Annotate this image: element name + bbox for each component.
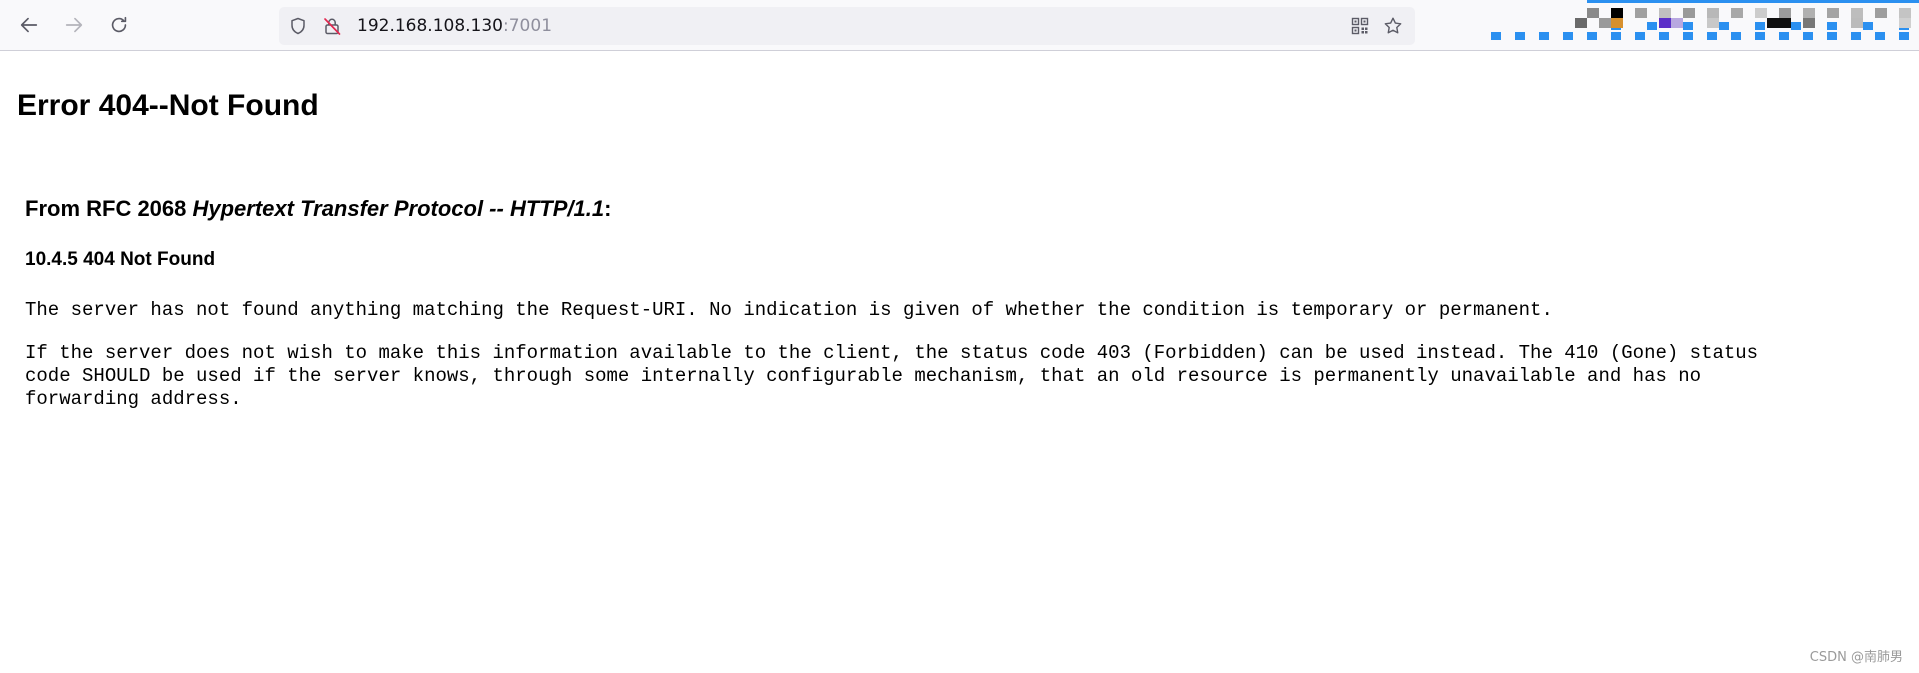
mosaic-tile	[1599, 18, 1611, 28]
mosaic-tile	[1659, 18, 1671, 28]
mosaic-tile	[1755, 32, 1765, 40]
mosaic-tile	[1755, 8, 1767, 18]
mosaic-tile	[1563, 32, 1573, 40]
mosaic-tile	[1863, 22, 1873, 30]
shield-icon	[291, 17, 305, 35]
address-bar[interactable]: 192.168.108.130:7001	[279, 7, 1415, 45]
mosaic-tile	[1803, 8, 1815, 18]
mosaic-tile	[1683, 22, 1693, 30]
mosaic-tile	[1515, 32, 1525, 40]
mosaic-tile	[1731, 32, 1741, 40]
mosaic-tile	[1719, 22, 1729, 30]
mosaic-tile	[1587, 0, 1919, 3]
mosaic-tile	[1899, 32, 1909, 40]
url-host: 192.168.108.130	[357, 16, 504, 36]
rfc-prefix: From RFC 2068	[25, 196, 193, 221]
mosaic-tile	[1851, 18, 1863, 28]
paragraph-not-found: The server has not found anything matchi…	[25, 299, 1553, 321]
back-button[interactable]	[12, 8, 46, 42]
back-arrow-icon	[20, 17, 38, 33]
insecure-lock-icon	[324, 18, 341, 35]
star-icon	[1384, 17, 1402, 34]
mosaic-tile	[1767, 18, 1779, 28]
bookmark-button[interactable]	[1383, 16, 1403, 36]
mosaic-tile	[1827, 8, 1839, 18]
mosaic-tile	[1875, 32, 1885, 40]
mosaic-tile	[1827, 32, 1837, 40]
mosaic-tile	[1707, 8, 1719, 18]
mosaic-tile	[1875, 8, 1887, 18]
mosaic-tile	[1827, 22, 1837, 30]
qr-code-button[interactable]	[1350, 16, 1370, 36]
mosaic-tile	[1587, 32, 1597, 40]
mosaic-tile	[1575, 18, 1587, 28]
section-heading: 10.4.5 404 Not Found	[25, 249, 216, 270]
qr-code-icon	[1351, 17, 1369, 35]
mosaic-tile	[1899, 18, 1911, 28]
mosaic-tile	[1491, 32, 1501, 40]
mosaic-tile	[1611, 18, 1623, 28]
mosaic-tile	[1791, 22, 1801, 30]
url-port: :7001	[503, 16, 553, 36]
mosaic-tile	[1659, 32, 1669, 40]
browser-toolbar: 192.168.108.130:7001	[0, 0, 1919, 51]
rfc-title: Hypertext Transfer Protocol -- HTTP/1.1	[192, 196, 605, 221]
mosaic-pattern	[1491, 0, 1919, 40]
csdn-watermark: CSDN @南肺男	[1809, 650, 1903, 665]
forward-arrow-icon	[65, 17, 83, 33]
mosaic-tile	[1611, 8, 1623, 18]
tracking-protection-button[interactable]	[288, 16, 308, 36]
mosaic-tile	[1671, 18, 1683, 28]
mosaic-tile	[1635, 32, 1645, 40]
mosaic-tile	[1803, 18, 1815, 28]
rfc-suffix: :	[604, 196, 612, 221]
mosaic-tile	[1707, 32, 1717, 40]
mosaic-tile	[1611, 32, 1621, 40]
mosaic-tile	[1731, 8, 1743, 18]
mosaic-tile	[1779, 18, 1791, 28]
page-title: Error 404--Not Found	[17, 89, 319, 122]
mosaic-tile	[1707, 18, 1719, 28]
reload-button[interactable]	[102, 8, 136, 42]
reload-icon	[111, 16, 127, 33]
mosaic-tile	[1779, 32, 1789, 40]
mosaic-tile	[1803, 32, 1813, 40]
rfc-heading: From RFC 2068 Hypertext Transfer Protoco…	[25, 196, 611, 222]
mosaic-tile	[1539, 32, 1549, 40]
mosaic-tile	[1779, 8, 1791, 18]
mosaic-tile	[1755, 22, 1765, 30]
mosaic-tile	[1647, 22, 1657, 30]
mosaic-tile	[1635, 8, 1647, 18]
mosaic-tile	[1899, 8, 1911, 18]
mosaic-tile	[1851, 32, 1861, 40]
mosaic-tile	[1683, 8, 1695, 18]
url-text[interactable]: 192.168.108.130:7001	[357, 16, 552, 36]
paragraph-forbidden-gone: If the server does not wish to make this…	[25, 342, 1759, 410]
mosaic-tile	[1659, 8, 1671, 18]
mosaic-tile	[1683, 32, 1693, 40]
forward-button[interactable]	[57, 8, 91, 42]
mosaic-tile	[1851, 8, 1863, 18]
connection-info-button[interactable]	[322, 16, 342, 36]
pixelated-redacted-area	[1485, 0, 1919, 48]
mosaic-tile	[1587, 8, 1599, 18]
